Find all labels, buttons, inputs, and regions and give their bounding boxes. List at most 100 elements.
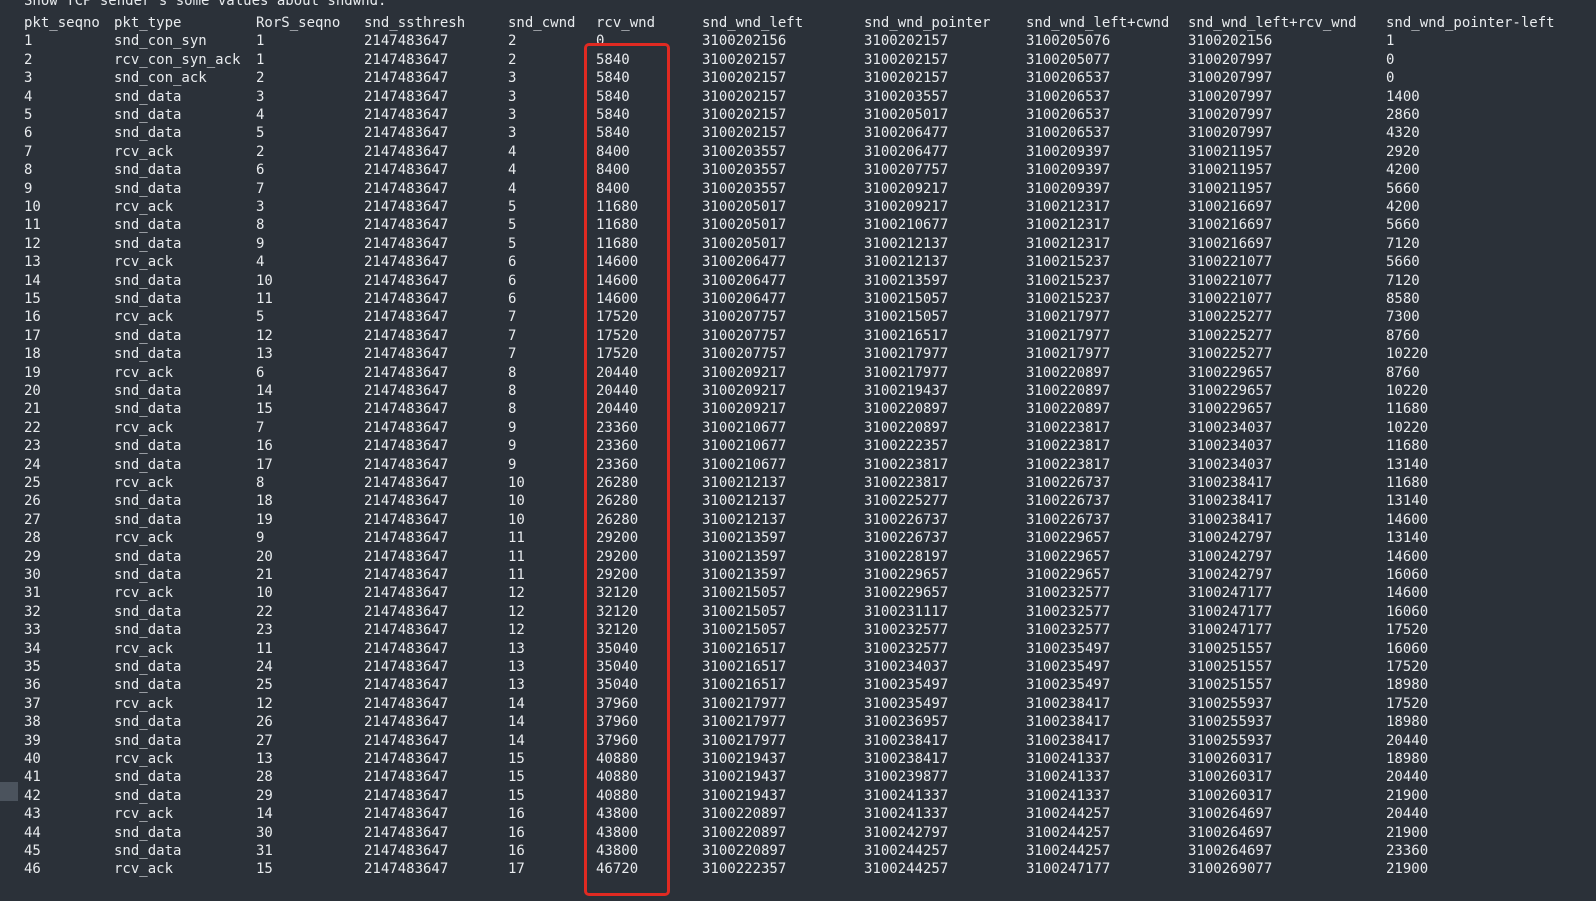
- cell-snd-ssthresh: 2147483647: [364, 272, 449, 289]
- cell-pkt-seqno: 24: [24, 456, 41, 473]
- table-row: 42 snd_data 29 2147483647 15 40880 3100219437 3…: [0, 787, 1596, 805]
- cell-snd-wnd-pointer: 3100220897: [864, 401, 949, 418]
- cell-pkt-type: snd_data: [114, 732, 182, 749]
- cell-snd-wnd-left: 3100219437: [702, 769, 787, 786]
- cell-pkt-seqno: 12: [24, 235, 41, 252]
- cell-snd-wnd-pointer-minus-left: 2860: [1386, 107, 1420, 123]
- cell-snd-wnd-left-plus-rcv-wnd: 3100216697: [1188, 199, 1273, 215]
- cell-pkt-type: snd_data: [114, 88, 182, 105]
- terminal-output[interactable]: Show TCP sender's some values about sndw…: [0, 0, 1596, 901]
- cell-rcv-wnd: 23360: [596, 438, 639, 455]
- table-row: 23 snd_data 16 2147483647 9 23360 3100210677 31…: [0, 437, 1596, 455]
- table-row: 34 rcv_ack 11 2147483647 13 35040 3100216517 31…: [0, 640, 1596, 658]
- cell-snd-wnd-left-plus-rcv-wnd: 3100207997: [1188, 125, 1273, 142]
- cell-snd-wnd-pointer-minus-left: 21900: [1386, 824, 1429, 841]
- cell-snd-ssthresh: 2147483647: [364, 217, 449, 234]
- cell-rors-seqno: 11: [256, 291, 273, 307]
- cell-pkt-seqno: 44: [24, 824, 41, 841]
- cell-rors-seqno: 27: [256, 732, 273, 749]
- cell-pkt-seqno: 33: [24, 622, 41, 639]
- cell-rcv-wnd: 14600: [596, 272, 639, 289]
- cell-rors-seqno: 15: [256, 861, 273, 878]
- cell-snd-cwnd: 12: [508, 603, 525, 620]
- cell-rcv-wnd: 17520: [596, 327, 639, 344]
- cell-snd-wnd-left-plus-cwnd: 3100215237: [1026, 291, 1111, 307]
- cell-pkt-seqno: 26: [24, 493, 41, 510]
- cell-pkt-seqno: 34: [24, 640, 41, 657]
- cell-snd-wnd-left-plus-cwnd: 3100212317: [1026, 217, 1111, 234]
- cell-snd-wnd-left-plus-cwnd: 3100241337: [1026, 751, 1111, 767]
- cell-pkt-type: rcv_ack: [114, 143, 174, 160]
- cell-pkt-type: rcv_ack: [114, 530, 174, 547]
- cell-rcv-wnd: 32120: [596, 585, 639, 602]
- cell-snd-wnd-left-plus-rcv-wnd: 3100251557: [1188, 659, 1273, 675]
- cell-snd-cwnd: 7: [508, 327, 517, 344]
- cell-snd-wnd-pointer: 3100219437: [864, 383, 949, 399]
- cell-snd-wnd-pointer: 3100241337: [864, 787, 949, 804]
- cell-rors-seqno: 4: [256, 107, 265, 123]
- cell-pkt-seqno: 6: [24, 125, 33, 142]
- cell-rors-seqno: 30: [256, 824, 273, 841]
- cell-rors-seqno: 8: [256, 217, 265, 234]
- cell-snd-wnd-left: 3100206477: [702, 291, 787, 307]
- cell-rors-seqno: 10: [256, 272, 273, 289]
- cell-snd-wnd-pointer: 3100239877: [864, 769, 949, 786]
- cell-snd-wnd-left-plus-cwnd: 3100217977: [1026, 327, 1111, 344]
- cell-snd-wnd-left: 3100202157: [702, 107, 787, 123]
- cell-snd-wnd-pointer-minus-left: 18980: [1386, 751, 1429, 767]
- cell-snd-ssthresh: 2147483647: [364, 162, 449, 179]
- cell-snd-wnd-pointer: 3100217977: [864, 364, 949, 381]
- cell-rors-seqno: 9: [256, 530, 265, 547]
- cell-pkt-type: snd_data: [114, 787, 182, 804]
- cell-rcv-wnd: 35040: [596, 677, 639, 694]
- cell-pkt-seqno: 13: [24, 254, 41, 271]
- cell-snd-ssthresh: 2147483647: [364, 732, 449, 749]
- cell-snd-wnd-left-plus-rcv-wnd: 3100238417: [1188, 493, 1273, 510]
- cell-rors-seqno: 10: [256, 585, 273, 602]
- cell-snd-wnd-left-plus-cwnd: 3100229657: [1026, 548, 1111, 565]
- cell-snd-ssthresh: 2147483647: [364, 603, 449, 620]
- cell-snd-wnd-left-plus-cwnd: 3100205077: [1026, 51, 1111, 68]
- cell-snd-ssthresh: 2147483647: [364, 419, 449, 436]
- cell-rors-seqno: 5: [256, 309, 265, 326]
- table-row: 10 rcv_ack 3 2147483647 5 11680 3100205017 3100…: [0, 198, 1596, 216]
- table-row: 8 snd_data 6 2147483647 4 8400 3100203557 31002…: [0, 161, 1596, 179]
- cell-snd-ssthresh: 2147483647: [364, 180, 449, 197]
- table-row: 17 snd_data 12 2147483647 7 17520 3100207757 31…: [0, 327, 1596, 345]
- header-pkt-type: pkt_type: [114, 15, 182, 31]
- header-snd-wnd-left-plus-rcv-wnd: snd_wnd_left+rcv_wnd: [1188, 15, 1357, 31]
- cell-snd-cwnd: 11: [508, 548, 525, 565]
- cell-rcv-wnd: 43800: [596, 824, 639, 841]
- cell-snd-wnd-pointer-minus-left: 7120: [1386, 272, 1420, 289]
- cell-pkt-type: snd_data: [114, 291, 182, 307]
- cell-snd-wnd-left-plus-cwnd: 3100226737: [1026, 475, 1111, 491]
- cell-snd-wnd-left-plus-rcv-wnd: 3100260317: [1188, 787, 1273, 804]
- cell-snd-ssthresh: 2147483647: [364, 143, 449, 160]
- cell-pkt-type: rcv_ack: [114, 861, 174, 878]
- cell-snd-ssthresh: 2147483647: [364, 769, 449, 786]
- cell-snd-wnd-pointer-minus-left: 13140: [1386, 530, 1429, 547]
- cell-snd-wnd-pointer: 3100223817: [864, 456, 949, 473]
- cell-snd-cwnd: 3: [508, 70, 517, 87]
- cell-snd-wnd-left-plus-cwnd: 3100206537: [1026, 88, 1111, 105]
- cell-pkt-seqno: 45: [24, 843, 41, 859]
- cell-snd-wnd-left-plus-rcv-wnd: 3100260317: [1188, 751, 1273, 767]
- cell-snd-wnd-pointer: 3100213597: [864, 272, 949, 289]
- cell-pkt-seqno: 7: [24, 143, 33, 160]
- cell-rcv-wnd: 43800: [596, 806, 639, 823]
- cell-snd-wnd-pointer-minus-left: 17520: [1386, 695, 1429, 712]
- cell-snd-wnd-pointer-minus-left: 4200: [1386, 162, 1420, 179]
- cell-rors-seqno: 29: [256, 787, 273, 804]
- cell-rors-seqno: 13: [256, 751, 273, 767]
- cell-snd-ssthresh: 2147483647: [364, 567, 449, 583]
- cell-snd-cwnd: 3: [508, 88, 517, 105]
- cell-pkt-seqno: 27: [24, 511, 41, 528]
- cell-snd-wnd-left-plus-rcv-wnd: 3100242797: [1188, 567, 1273, 583]
- cell-pkt-seqno: 15: [24, 291, 41, 307]
- cell-rcv-wnd: 0: [596, 33, 605, 50]
- cell-pkt-seqno: 1: [24, 33, 33, 50]
- table-row: 39 snd_data 27 2147483647 14 37960 3100217977 3…: [0, 732, 1596, 750]
- cell-snd-wnd-pointer: 3100202157: [864, 51, 949, 68]
- cell-snd-ssthresh: 2147483647: [364, 548, 449, 565]
- cell-pkt-seqno: 25: [24, 475, 41, 491]
